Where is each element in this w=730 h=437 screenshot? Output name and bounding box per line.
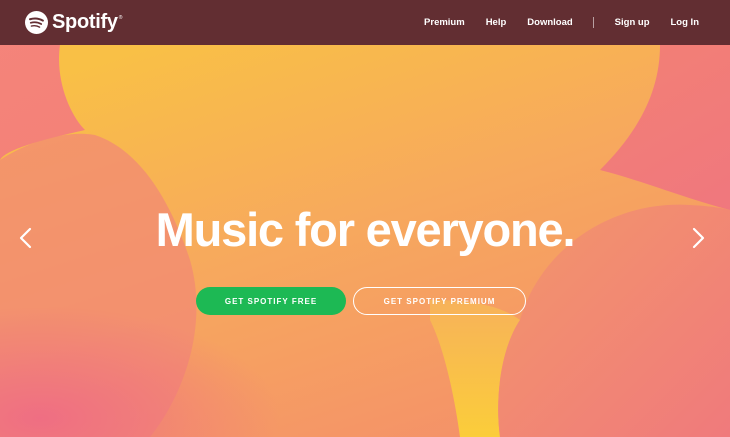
nav-help-link[interactable]: Help: [486, 17, 507, 28]
cta-row: GET SPOTIFY FREE GET SPOTIFY PREMIUM: [196, 287, 536, 315]
get-spotify-free-button[interactable]: GET SPOTIFY FREE: [196, 287, 346, 315]
nav-premium-link[interactable]: Premium: [424, 17, 465, 28]
spotify-homepage: Spotify ® Premium Help Download Sign up …: [0, 0, 730, 437]
nav-download-link[interactable]: Download: [527, 17, 572, 28]
main-nav: Premium Help Download Sign up Log In: [424, 0, 699, 45]
top-navbar: Spotify ® Premium Help Download Sign up …: [0, 0, 730, 45]
hero-headline: Music for everyone.: [155, 203, 576, 256]
logo-wordmark: Spotify: [52, 11, 118, 33]
logo-trademark: ®: [118, 15, 123, 21]
nav-login-link[interactable]: Log In: [671, 17, 700, 28]
spotify-logo-icon: [25, 11, 48, 34]
get-spotify-premium-button[interactable]: GET SPOTIFY PREMIUM: [353, 287, 526, 315]
nav-signup-link[interactable]: Sign up: [615, 17, 650, 28]
spotify-logo[interactable]: Spotify ®: [25, 10, 122, 35]
nav-divider: [592, 17, 594, 28]
